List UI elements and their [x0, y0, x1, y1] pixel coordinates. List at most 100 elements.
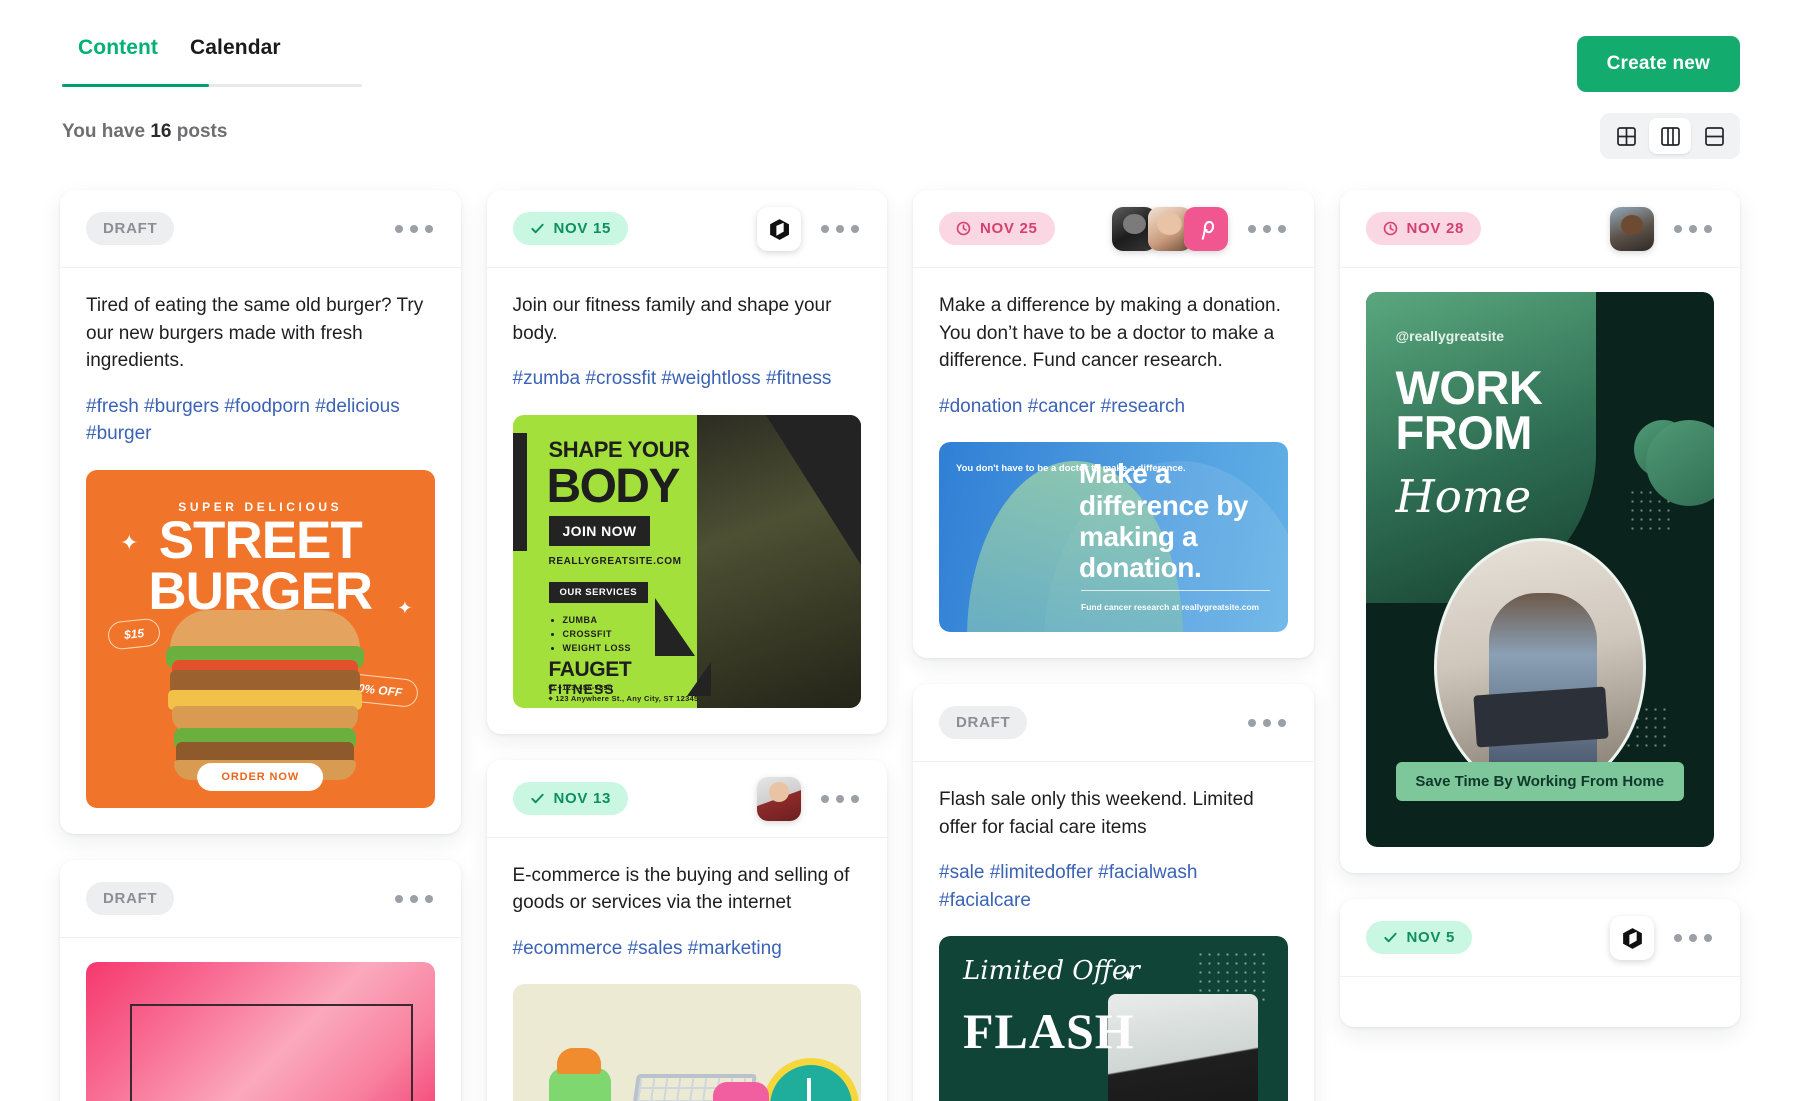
creative-website: REALLYGREATSITE.COM [548, 555, 682, 567]
cube-icon [1622, 927, 1642, 949]
post-card-fitness[interactable]: NOV 15 Join our fitness family and shape… [486, 190, 887, 734]
order-now-button[interactable]: ORDER NOW [197, 762, 324, 791]
board-column-2: NOV 15 Join our fitness family and shape… [486, 190, 887, 1101]
more-options-icon[interactable] [1666, 225, 1718, 233]
card-header-actions [1240, 684, 1292, 762]
divider [1081, 590, 1270, 592]
join-now-button[interactable]: JOIN NOW [548, 515, 651, 546]
post-media[interactable]: SUPER DELICIOUS STREET BURGER ✦ ✦ $15 20… [86, 469, 435, 808]
post-count-suffix: posts [171, 121, 228, 142]
tab-underline-active [62, 84, 209, 87]
card-header: NOV 13 [486, 760, 887, 838]
more-options-icon[interactable] [1666, 934, 1718, 942]
contact-phone: ✆ +123-456-7890 [548, 682, 613, 692]
post-caption: Tired of eating the same old burger? Try… [86, 295, 424, 372]
card-header-actions [757, 760, 865, 838]
card-header: NOV 28 [1339, 190, 1740, 268]
donation-creative: You don't have to be a doctor to make a … [939, 442, 1288, 633]
decorative-triangle [686, 661, 711, 696]
card-body: Tired of eating the same old burger? Try… [60, 268, 461, 834]
status-badge-label: NOV 15 [553, 220, 612, 237]
status-badge: NOV 28 [1365, 212, 1482, 245]
creative-title: FLASH [963, 1003, 1135, 1060]
cube-logo-icon [1610, 916, 1654, 960]
creative-line2: BODY [546, 459, 681, 513]
post-media[interactable] [86, 961, 435, 1101]
card-header: DRAFT [60, 190, 461, 268]
post-card-ecommerce[interactable]: NOV 13 E-commerce is the buying and sell… [486, 759, 887, 1101]
post-card-nov5[interactable]: NOV 5 [1339, 899, 1740, 1027]
card-header-actions [387, 190, 439, 268]
ecommerce-creative [512, 984, 861, 1101]
check-icon [530, 223, 544, 234]
avatar-image [757, 776, 801, 821]
post-hashtags: #ecommerce #sales #marketing [512, 937, 782, 959]
post-caption: Make a difference by making a donation. … [939, 295, 1281, 372]
post-media[interactable]: SHAPE YOUR BODY JOIN NOW REALLYGREATSITE… [512, 414, 861, 708]
check-icon [1383, 932, 1397, 943]
contact-address-value: 123 Anywhere St., Any City, ST 12345 [555, 693, 699, 703]
more-options-icon[interactable] [813, 794, 865, 803]
tab-content[interactable]: Content [62, 36, 174, 76]
post-caption: E-commerce is the buying and selling of … [512, 864, 850, 914]
post-media[interactable]: @reallygreatsite WORK FROM Home Save Tim… [1365, 292, 1714, 847]
flash-creative: Limited Offer ✦ FLASH [939, 936, 1288, 1101]
tab-bar: Content Calendar [62, 36, 297, 76]
board-column-1: DRAFT Tired of eating the same old burge… [60, 190, 461, 1101]
card-header-actions [387, 860, 439, 938]
post-media[interactable] [512, 984, 861, 1101]
post-media[interactable]: You don't have to be a doctor to make a … [939, 442, 1288, 633]
card-body: Flash sale only this weekend. Limited of… [913, 762, 1314, 1101]
post-card-burger[interactable]: DRAFT Tired of eating the same old burge… [60, 190, 461, 834]
more-options-icon[interactable] [1240, 225, 1292, 233]
card-header-actions [1610, 190, 1718, 268]
post-hashtags: #fresh #burgers #foodporn #delicious #bu… [86, 395, 400, 445]
decorative-bar [512, 432, 527, 551]
grid-view-icon[interactable] [1605, 118, 1647, 154]
services-list: ZUMBA CROSSFIT WEIGHT LOSS [563, 615, 632, 657]
tab-calendar[interactable]: Calendar [174, 36, 297, 76]
decorative-frame [130, 1003, 413, 1101]
burger-creative: SUPER DELICIOUS STREET BURGER ✦ ✦ $15 20… [86, 469, 435, 808]
clock-icon [956, 221, 971, 236]
card-header: DRAFT [913, 684, 1314, 763]
decorative-triangle [655, 597, 696, 656]
more-options-icon[interactable] [1240, 719, 1292, 728]
status-badge: DRAFT [86, 212, 175, 245]
decorative-triangle [766, 414, 861, 565]
card-body [60, 938, 461, 1101]
price-pill: $15 [106, 617, 162, 651]
post-card-flash[interactable]: DRAFT Flash sale only this weekend. Limi… [913, 684, 1314, 1101]
avatar [757, 776, 801, 821]
fitness-creative: SHAPE YOUR BODY JOIN NOW REALLYGREATSITE… [512, 414, 861, 708]
column-view-icon[interactable] [1649, 118, 1691, 154]
creative-footer: Fund cancer research at reallygreatsite.… [1081, 602, 1260, 613]
post-caption: Flash sale only this weekend. Limited of… [939, 789, 1254, 838]
check-icon [530, 793, 544, 803]
view-mode-toggle[interactable] [1600, 113, 1740, 159]
card-header: NOV 25 [913, 190, 1314, 268]
post-hashtags: #sale #limitedoffer #facialwash #facialc… [939, 862, 1198, 911]
create-new-button[interactable]: Create new [1576, 36, 1740, 92]
creative-cta-button[interactable]: Save Time By Working From Home [1395, 762, 1684, 801]
post-card-donation[interactable]: NOV 25 Make a difference by making a don… [913, 190, 1314, 659]
cube-icon [769, 218, 789, 240]
status-badge: NOV 25 [939, 212, 1055, 245]
post-card-workfromhome[interactable]: NOV 28 @reallygreatsite WORK FROM Home S… [1339, 190, 1740, 873]
person-photo [1433, 538, 1646, 796]
creative-title: Make a difference by making a donation. [1079, 458, 1249, 584]
post-card-pink-draft[interactable]: DRAFT [60, 859, 461, 1101]
row-view-icon[interactable] [1693, 118, 1735, 154]
clock-icon [1383, 221, 1397, 236]
post-media[interactable]: Limited Offer ✦ FLASH [939, 936, 1288, 1101]
page-header: Content Calendar Create new You have 16 … [60, 0, 1740, 159]
card-header: NOV 5 [1339, 899, 1740, 977]
more-options-icon[interactable] [387, 894, 439, 903]
more-options-icon[interactable] [387, 225, 439, 233]
more-options-icon[interactable] [813, 225, 865, 233]
card-header-actions [757, 190, 865, 268]
card-header: DRAFT [60, 860, 461, 938]
pink-creative [86, 961, 435, 1101]
creative-eyebrow: Limited Offer [963, 956, 1140, 987]
post-caption: Join our fitness family and shape your b… [512, 295, 832, 344]
